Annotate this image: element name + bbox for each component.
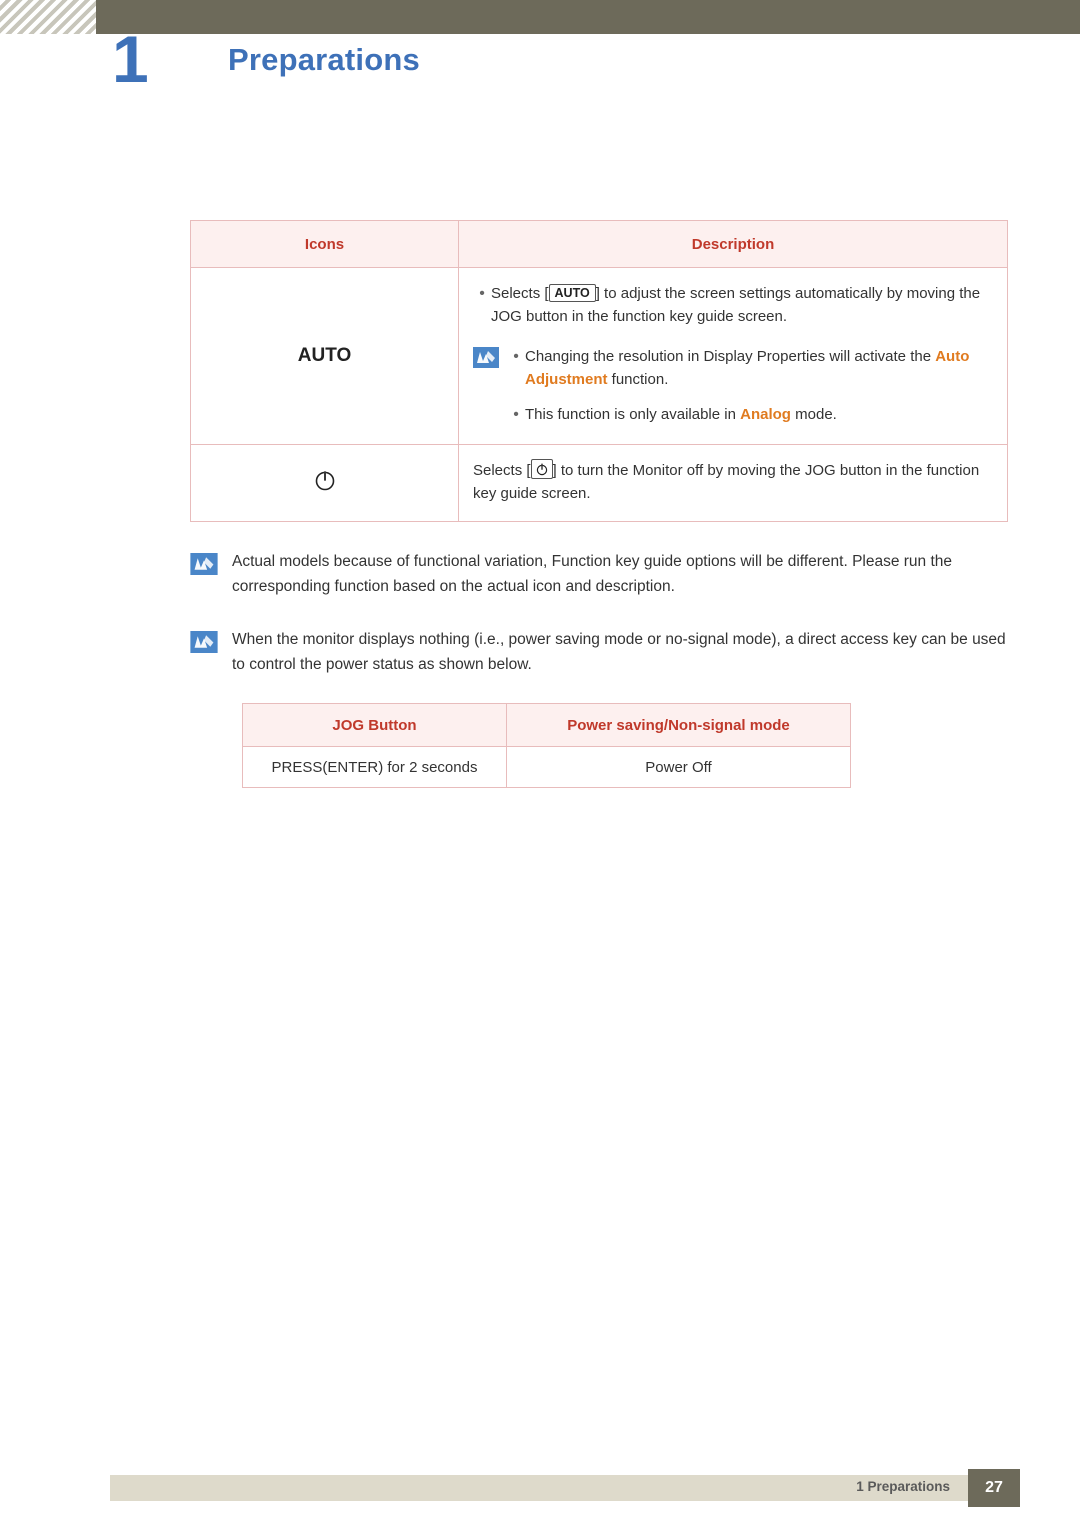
- note-icon: [190, 630, 220, 653]
- footer-bar: 1 Preparations 27: [0, 1469, 1080, 1507]
- highlight-analog: Analog: [740, 406, 791, 423]
- icons-description-table: Icons Description AUTO • Selects [AUTO] …: [190, 220, 1008, 523]
- page-title: Preparations: [228, 42, 420, 77]
- page-number: 27: [968, 1469, 1020, 1507]
- page-note-2: When the monitor displays nothing (i.e.,…: [190, 628, 1010, 678]
- chapter-number: 1: [112, 22, 149, 96]
- footer-chapter-label: 1 Preparations: [856, 1479, 950, 1494]
- note-text-after: mode.: [790, 406, 837, 423]
- icon-cell-auto: AUTO: [190, 267, 459, 445]
- header-bar: [0, 0, 1080, 34]
- cell-power-result: Power Off: [506, 746, 851, 789]
- bullet-marker: •: [513, 406, 519, 423]
- table-row: Selects [] to turn the Monitor off by mo…: [190, 443, 1008, 523]
- page-content: Icons Description AUTO • Selects [AUTO] …: [190, 220, 1010, 789]
- page-note-text: Actual models because of functional vari…: [232, 553, 953, 596]
- note-text-before: This function is only available in: [525, 406, 741, 423]
- table-row: AUTO • Selects [AUTO] to adjust the scre…: [190, 267, 1008, 445]
- icon-cell-power: [190, 443, 459, 523]
- note-icon: [473, 346, 501, 369]
- page-note-1: Actual models because of functional vari…: [190, 550, 1010, 600]
- note-text-after: function.: [607, 370, 669, 388]
- bullet-item: • This function is only available in Ana…: [507, 403, 993, 428]
- table-header-row: JOG Button Power saving/Non-signal mode: [242, 703, 851, 748]
- text-before-key: Selects [: [491, 285, 549, 302]
- column-header-icons: Icons: [190, 220, 459, 268]
- column-header-power-mode: Power saving/Non-signal mode: [506, 703, 851, 748]
- column-header-jog-button: JOG Button: [242, 703, 507, 748]
- bullet-item: • Changing the resolution in Display Pro…: [507, 345, 993, 392]
- text-before-key: Selects [: [473, 461, 531, 479]
- table-row: PRESS(ENTER) for 2 seconds Power Off: [242, 746, 851, 789]
- note-block: • Changing the resolution in Display Pro…: [473, 345, 993, 428]
- description-cell-power: Selects [] to turn the Monitor off by mo…: [458, 443, 1008, 523]
- bullet-marker: •: [479, 285, 485, 302]
- bullet-content: Changing the resolution in Display Prope…: [525, 345, 993, 392]
- header-hatch-decoration: [0, 0, 96, 34]
- cell-jog-action: PRESS(ENTER) for 2 seconds: [242, 746, 507, 789]
- bullet-item: • Selects [AUTO] to adjust the screen se…: [473, 282, 993, 329]
- power-key-glyph: [530, 458, 553, 479]
- jog-button-table: JOG Button Power saving/Non-signal mode …: [242, 703, 851, 789]
- note-text-before: Changing the resolution in Display Prope…: [525, 347, 936, 365]
- bullet-marker: •: [513, 347, 519, 365]
- column-header-description: Description: [458, 220, 1008, 268]
- description-cell-auto: • Selects [AUTO] to adjust the screen se…: [458, 267, 1008, 445]
- auto-key-glyph: AUTO: [548, 284, 596, 302]
- note-bullet-list: • Changing the resolution in Display Pro…: [507, 345, 993, 428]
- note-icon: [190, 553, 220, 576]
- footer-strip: [110, 1475, 970, 1501]
- power-icon: [312, 471, 338, 498]
- bullet-content: Selects [AUTO] to adjust the screen sett…: [491, 282, 993, 329]
- page-note-text: When the monitor displays nothing (i.e.,…: [232, 630, 1006, 673]
- table-header-row: Icons Description: [190, 220, 1008, 268]
- bullet-content: This function is only available in Analo…: [525, 403, 993, 426]
